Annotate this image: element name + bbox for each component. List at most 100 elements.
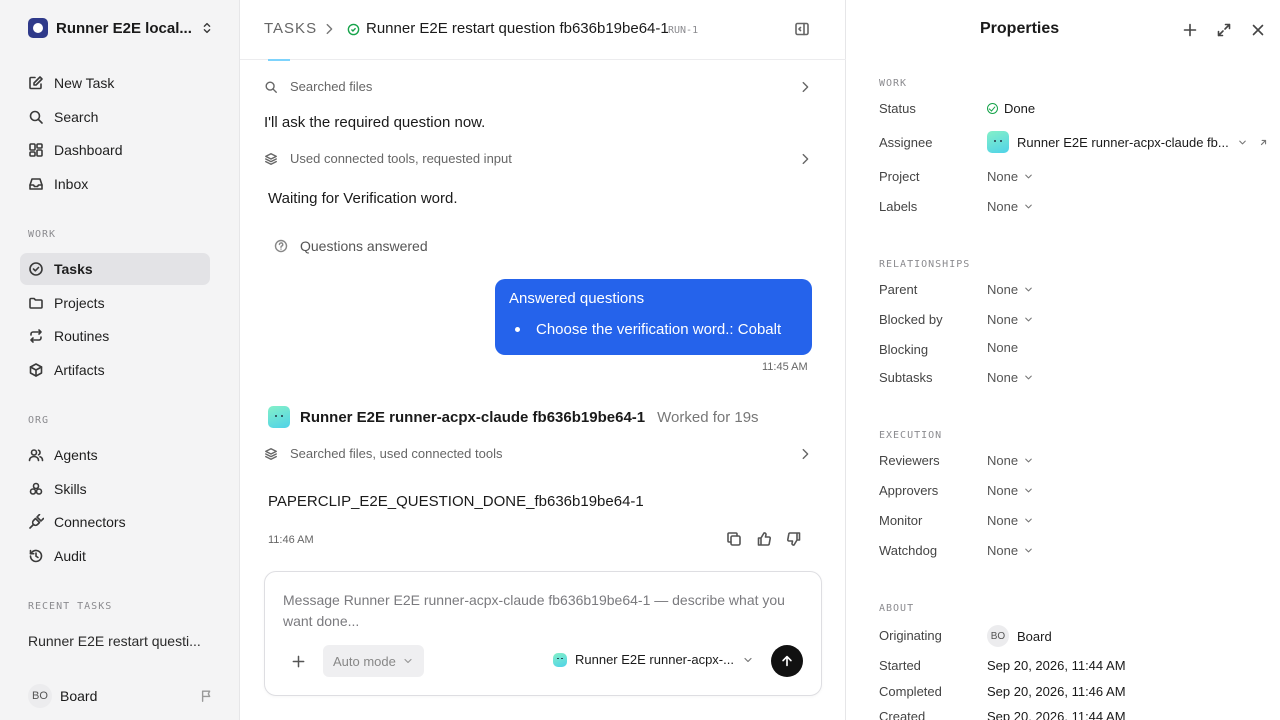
agent-avatar: [268, 406, 290, 428]
message-timestamp: 11:45 AM: [762, 361, 808, 373]
status-value[interactable]: Done: [987, 101, 1035, 116]
subtasks-value[interactable]: None: [987, 370, 1034, 385]
status-label: Status: [879, 101, 916, 116]
nav-inbox[interactable]: Inbox: [20, 168, 210, 200]
nav-label: Tasks: [54, 261, 93, 277]
project-value[interactable]: None: [987, 169, 1034, 184]
chevron-right-icon: [802, 81, 809, 92]
nav-label: Connectors: [54, 514, 126, 530]
nav-label: Inbox: [54, 176, 89, 192]
chevron-down-icon: [1025, 488, 1032, 493]
subtasks-label: Subtasks: [879, 370, 933, 385]
agent-avatar: [553, 652, 567, 667]
plus-icon[interactable]: [1182, 22, 1198, 38]
section-execution: EXECUTION: [879, 430, 943, 441]
parent-label: Parent: [879, 282, 918, 297]
copy-icon[interactable]: [726, 531, 742, 547]
scroll-indicator: [268, 59, 290, 61]
status-done-icon: [347, 23, 360, 36]
bubble-answer: Choose the verification word.: Cobalt: [509, 321, 798, 338]
recent-task-item[interactable]: Runner E2E restart questi...: [28, 633, 201, 649]
questions-answered-label: Questions answered: [300, 238, 428, 254]
message-input[interactable]: Message Runner E2E runner-acpx-claude fb…: [283, 590, 798, 632]
external-link-icon[interactable]: [1258, 137, 1269, 148]
nav-label: Routines: [54, 328, 110, 344]
status-text: Done: [1004, 101, 1036, 116]
labels-label: Labels: [879, 199, 918, 214]
nav-skills[interactable]: Skills: [20, 473, 210, 505]
dashboard-icon: [29, 143, 43, 157]
message-composer[interactable]: Message Runner E2E runner-acpx-claude fb…: [264, 571, 822, 696]
activity-used-tools[interactable]: Used connected tools, requested input: [264, 151, 812, 166]
blockedby-value[interactable]: None: [987, 312, 1034, 327]
questions-answered-row[interactable]: Questions answered: [274, 238, 428, 254]
nav-new-task[interactable]: New Task: [20, 67, 210, 99]
user-menu[interactable]: BO Board: [28, 684, 214, 708]
nav-routines[interactable]: Routines: [20, 320, 210, 352]
approvers-value[interactable]: None: [987, 483, 1034, 498]
nav-label: Audit: [54, 548, 86, 564]
chevron-right-icon: [802, 448, 809, 459]
parent-value[interactable]: None: [987, 282, 1034, 297]
sidebar: Runner E2E local... New Task Search Dash…: [0, 0, 240, 720]
nav-agents[interactable]: Agents: [20, 439, 210, 471]
thumbs-down-icon[interactable]: [786, 531, 802, 547]
chevron-down-icon: [1025, 518, 1032, 523]
originating-text: Board: [1017, 628, 1052, 644]
chevron-updown-icon: [203, 22, 211, 34]
close-icon[interactable]: [1250, 22, 1266, 38]
nav-connectors[interactable]: Connectors: [20, 506, 210, 538]
section-recent-label: RECENT TASKS: [28, 601, 113, 612]
blockedby-text: None: [987, 312, 1019, 327]
result-timestamp: 11:46 AM: [268, 534, 314, 546]
section-about: ABOUT: [879, 603, 915, 614]
arrow-up-icon: [782, 655, 792, 667]
nav-dashboard[interactable]: Dashboard: [20, 134, 210, 166]
assignee-value[interactable]: Runner E2E runner-acpx-claude fb...: [987, 131, 1269, 153]
breadcrumb: TASKS Runner E2E restart question fb636b…: [240, 0, 846, 60]
blocking-value: None: [987, 340, 1019, 355]
nav-label: Artifacts: [54, 362, 105, 378]
chevron-down-icon: [1025, 375, 1032, 380]
thumbs-up-icon[interactable]: [756, 531, 772, 547]
completed-value: Sep 20, 2026, 11:46 AM: [987, 684, 1126, 699]
section-work-label: WORK: [28, 229, 57, 240]
send-button[interactable]: [771, 645, 803, 677]
project-text: None: [987, 169, 1019, 184]
chevron-down-icon: [1025, 204, 1032, 209]
watchdog-label: Watchdog: [879, 543, 938, 558]
nav-projects[interactable]: Projects: [20, 287, 210, 319]
flag-icon[interactable]: [200, 689, 214, 703]
edit-icon: [29, 76, 43, 90]
nav-audit[interactable]: Audit: [20, 540, 210, 572]
breadcrumb-root[interactable]: TASKS: [264, 20, 317, 37]
worked-duration: Worked for 19s: [657, 408, 759, 426]
workspace-switcher[interactable]: Runner E2E local...: [28, 18, 214, 38]
assignee-text: Runner E2E runner-acpx-claude fb...: [1017, 134, 1229, 150]
users-icon: [28, 449, 44, 462]
watchdog-text: None: [987, 543, 1019, 558]
expand-icon[interactable]: [1216, 22, 1232, 38]
monitor-value[interactable]: None: [987, 513, 1034, 528]
plus-icon[interactable]: [291, 654, 306, 669]
nav-search[interactable]: Search: [20, 101, 210, 133]
activity-searched-files[interactable]: Searched files: [264, 79, 812, 94]
reviewers-value[interactable]: None: [987, 453, 1034, 468]
watchdog-value[interactable]: None: [987, 543, 1034, 558]
nav-label: Skills: [54, 481, 87, 497]
panel-toggle-icon[interactable]: [794, 21, 810, 37]
nav-tasks[interactable]: Tasks: [20, 253, 210, 285]
task-thread: TASKS Runner E2E restart question fb636b…: [240, 0, 846, 720]
labels-value[interactable]: None: [987, 199, 1034, 214]
parent-text: None: [987, 282, 1019, 297]
skills-icon: [29, 482, 43, 495]
question-circle-icon: [274, 239, 288, 253]
plug-icon: [29, 514, 44, 529]
agent-select[interactable]: Runner E2E runner-acpx-...: [553, 652, 754, 667]
project-label: Project: [879, 169, 920, 184]
nav-artifacts[interactable]: Artifacts: [20, 354, 210, 386]
activity-searched-tools[interactable]: Searched files, used connected tools: [264, 446, 812, 461]
agent-name: Runner E2E runner-acpx-claude fb636b19be…: [300, 408, 646, 426]
mode-select[interactable]: Auto mode: [323, 645, 424, 677]
created-value: Sep 20, 2026, 11:44 AM: [987, 709, 1126, 720]
